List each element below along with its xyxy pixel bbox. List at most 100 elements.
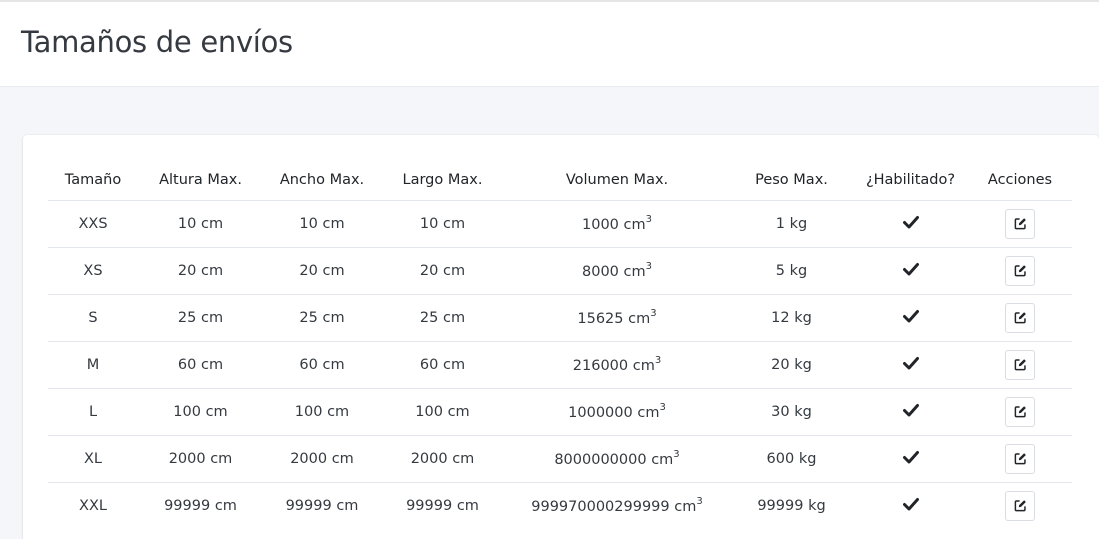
cell-weight: 5 kg — [730, 246, 853, 294]
volume-unit: cm — [623, 263, 646, 280]
volume-exponent: 3 — [659, 401, 666, 413]
volume-value: 216000 — [572, 357, 629, 374]
sizes-card: Tamaño Altura Max. Ancho Max. Largo Max.… — [23, 135, 1099, 539]
cell-actions — [968, 481, 1072, 529]
cell-width: 20 cm — [263, 246, 381, 294]
cell-length: 25 cm — [381, 293, 504, 341]
header-width[interactable]: Ancho Max. — [263, 160, 381, 200]
cell-volume: 999970000299999 cm3 — [504, 481, 730, 529]
cell-length: 2000 cm — [381, 434, 504, 482]
volume-unit: cm — [674, 498, 697, 515]
header-enabled[interactable]: ¿Habilitado? — [853, 160, 968, 200]
cell-actions — [968, 340, 1072, 388]
cell-enabled — [853, 293, 968, 341]
cell-volume: 8000000000 cm3 — [504, 434, 730, 482]
cell-size: XXS — [48, 199, 138, 247]
volume-exponent: 3 — [696, 495, 703, 507]
cell-height: 2000 cm — [138, 434, 263, 482]
header-length[interactable]: Largo Max. — [381, 160, 504, 200]
edit-icon — [1014, 500, 1026, 512]
table-row: M 60 cm 60 cm 60 cm 216000 cm3 20 kg — [48, 340, 1072, 388]
table-row: S 25 cm 25 cm 25 cm 15625 cm3 12 kg — [48, 293, 1072, 341]
cell-actions — [968, 246, 1072, 294]
check-icon — [902, 497, 919, 511]
table-row: XL 2000 cm 2000 cm 2000 cm 8000000000 cm… — [48, 434, 1072, 482]
volume-unit: cm — [628, 310, 651, 327]
cell-volume: 8000 cm3 — [504, 246, 730, 294]
cell-enabled — [853, 481, 968, 529]
edit-icon — [1014, 359, 1026, 371]
cell-volume: 1000000 cm3 — [504, 387, 730, 435]
edit-button[interactable] — [1005, 302, 1035, 333]
volume-value: 8000000000 — [554, 451, 647, 468]
table-row: L 100 cm 100 cm 100 cm 1000000 cm3 30 kg — [48, 387, 1072, 435]
cell-weight: 20 kg — [730, 340, 853, 388]
volume-unit: cm — [637, 404, 660, 421]
cell-weight: 1 kg — [730, 199, 853, 247]
cell-width: 100 cm — [263, 387, 381, 435]
header-size[interactable]: Tamaño — [48, 160, 138, 200]
cell-weight: 600 kg — [730, 434, 853, 482]
cell-width: 2000 cm — [263, 434, 381, 482]
cell-weight: 12 kg — [730, 293, 853, 341]
volume-exponent: 3 — [650, 307, 657, 319]
page-title: Tamaños de envíos — [21, 25, 293, 59]
edit-button[interactable] — [1005, 396, 1035, 427]
volume-value: 999970000299999 — [531, 498, 670, 515]
cell-weight: 30 kg — [730, 387, 853, 435]
check-icon — [902, 309, 919, 322]
cell-height: 20 cm — [138, 246, 263, 294]
edit-icon — [1014, 265, 1026, 277]
volume-unit: cm — [623, 216, 646, 233]
cell-enabled — [853, 199, 968, 247]
cell-length: 60 cm — [381, 340, 504, 388]
edit-button[interactable] — [1005, 349, 1035, 380]
cell-height: 25 cm — [138, 293, 263, 341]
volume-exponent: 3 — [673, 448, 680, 460]
cell-length: 100 cm — [381, 387, 504, 435]
volume-unit: cm — [651, 451, 674, 468]
cell-length: 20 cm — [381, 246, 504, 294]
cell-enabled — [853, 434, 968, 482]
cell-enabled — [853, 387, 968, 435]
edit-button[interactable] — [1005, 443, 1035, 474]
cell-length: 99999 cm — [381, 481, 504, 529]
page-header: Tamaños de envíos — [0, 2, 1099, 87]
edit-icon — [1014, 453, 1026, 465]
header-weight[interactable]: Peso Max. — [730, 160, 853, 200]
edit-button[interactable] — [1005, 255, 1035, 286]
cell-size: L — [48, 387, 138, 435]
volume-value: 8000 — [582, 263, 619, 280]
cell-size: XXL — [48, 481, 138, 529]
table-row: XXS 10 cm 10 cm 10 cm 1000 cm3 1 kg — [48, 199, 1072, 247]
cell-actions — [968, 199, 1072, 247]
cell-width: 60 cm — [263, 340, 381, 388]
check-icon — [902, 450, 919, 463]
check-icon — [902, 356, 919, 369]
edit-button[interactable] — [1005, 490, 1035, 521]
cell-size: XL — [48, 434, 138, 482]
header-volume[interactable]: Volumen Max. — [504, 160, 730, 200]
check-icon — [902, 215, 919, 228]
cell-width: 25 cm — [263, 293, 381, 341]
cell-height: 100 cm — [138, 387, 263, 435]
volume-value: 15625 — [577, 310, 624, 327]
edit-button[interactable] — [1005, 208, 1035, 239]
sizes-table: Tamaño Altura Max. Ancho Max. Largo Max.… — [48, 160, 1072, 529]
edit-icon — [1014, 312, 1026, 324]
cell-height: 99999 cm — [138, 481, 263, 529]
cell-volume: 216000 cm3 — [504, 340, 730, 388]
volume-value: 1000000 — [568, 404, 633, 421]
header-actions: Acciones — [987, 171, 1053, 188]
table-row: XXL 99999 cm 99999 cm 99999 cm 999970000… — [48, 481, 1072, 529]
cell-enabled — [853, 246, 968, 294]
cell-width: 10 cm — [263, 199, 381, 247]
cell-height: 60 cm — [138, 340, 263, 388]
cell-actions — [968, 434, 1072, 482]
edit-icon — [1014, 218, 1026, 230]
cell-weight: 99999 kg — [730, 481, 853, 529]
cell-length: 10 cm — [381, 199, 504, 247]
header-height[interactable]: Altura Max. — [138, 160, 263, 200]
cell-size: M — [48, 340, 138, 388]
volume-value: 1000 — [582, 216, 619, 233]
